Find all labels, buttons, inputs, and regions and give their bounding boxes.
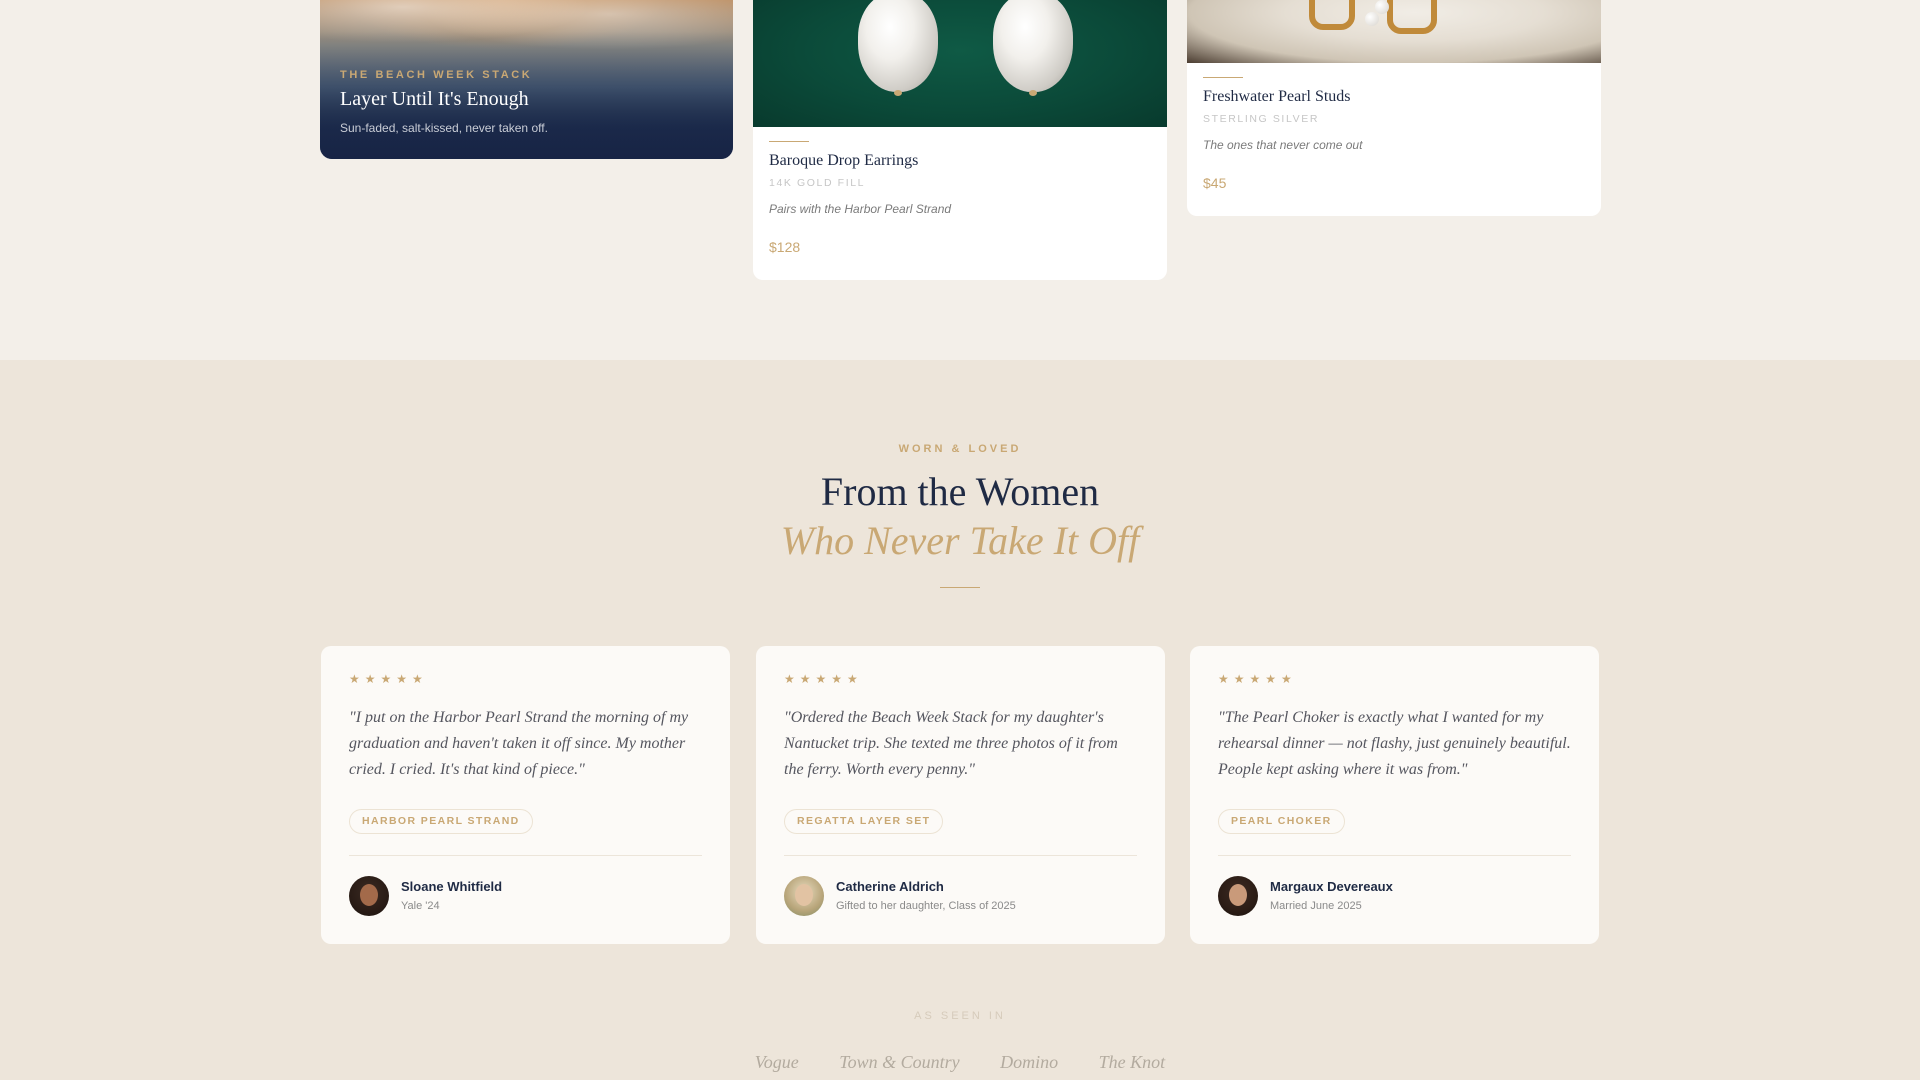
product-metal: STERLING SILVER	[1203, 113, 1319, 125]
section-heading: From the Women	[820, 469, 1100, 514]
divider	[1218, 855, 1571, 856]
product-image-earrings	[753, 0, 1167, 127]
collection-title: Layer Until It's Enough	[340, 88, 529, 110]
heading-divider	[940, 587, 980, 588]
product-card-baroque-drop-earrings[interactable]: Baroque Drop Earrings 14K GOLD FILL Pair…	[753, 0, 1167, 280]
product-metal: 14K GOLD FILL	[769, 177, 866, 189]
testimonial-card: ★★★★★ "Ordered the Beach Week Stack for …	[756, 646, 1165, 944]
author-detail: Gifted to her daughter, Class of 2025	[836, 900, 1016, 912]
product-name[interactable]: Freshwater Pearl Studs	[1203, 88, 1351, 106]
product-name[interactable]: Baroque Drop Earrings	[769, 152, 918, 170]
testimonials-section: WORN & LOVED From the Women Who Never Ta…	[0, 360, 1920, 1080]
author-name: Sloane Whitfield	[401, 879, 503, 894]
collection-eyebrow: THE BEACH WEEK STACK	[340, 69, 533, 81]
product-accent-rule	[769, 141, 809, 142]
press-logo-domino: Domino	[1000, 1052, 1059, 1072]
testimonial-quote: "Ordered the Beach Week Stack for my dau…	[784, 709, 1118, 778]
press-logo-vogue: Vogue	[754, 1052, 799, 1072]
product-tag[interactable]: PEARL CHOKER	[1218, 809, 1345, 834]
product-note: Pairs with the Harbor Pearl Strand	[769, 202, 952, 216]
author-detail: Married June 2025	[1270, 900, 1362, 912]
pearl-left	[858, 0, 938, 92]
product-card-freshwater-pearl-studs[interactable]: Freshwater Pearl Studs STERLING SILVER T…	[1187, 0, 1601, 216]
press-logo-the-knot: The Knot	[1098, 1052, 1166, 1072]
testimonial-card: ★★★★★ "The Pearl Choker is exactly what …	[1190, 646, 1599, 944]
section-eyebrow: WORN & LOVED	[898, 443, 1022, 455]
product-tag[interactable]: HARBOR PEARL STRAND	[349, 809, 533, 834]
star-rating-icon: ★★★★★	[349, 672, 428, 686]
press-logo-town-country: Town & Country	[839, 1052, 960, 1072]
testimonial-quote: "I put on the Harbor Pearl Strand the mo…	[349, 709, 689, 778]
product-note: The ones that never come out	[1203, 138, 1363, 152]
avatar	[349, 876, 389, 916]
product-image-studs	[1187, 0, 1601, 63]
divider	[349, 855, 702, 856]
author-name: Catherine Aldrich	[836, 879, 944, 894]
star-rating-icon: ★★★★★	[784, 672, 863, 686]
testimonial-quote: "The Pearl Choker is exactly what I want…	[1218, 709, 1571, 778]
product-row: THE BEACH WEEK STACK Layer Until It's En…	[0, 0, 1920, 360]
product-tag[interactable]: REGATTA LAYER SET	[784, 809, 944, 834]
collection-card-beach-week[interactable]: THE BEACH WEEK STACK Layer Until It's En…	[320, 0, 733, 159]
pearl-right	[993, 0, 1073, 92]
product-price: $45	[1203, 175, 1227, 191]
collection-subtitle: Sun-faded, salt-kissed, never taken off.	[340, 121, 548, 135]
divider	[784, 855, 1137, 856]
avatar	[1218, 876, 1258, 916]
press-label: AS SEEN IN	[914, 1010, 1006, 1022]
testimonial-card: ★★★★★ "I put on the Harbor Pearl Strand …	[321, 646, 730, 944]
star-rating-icon: ★★★★★	[1218, 672, 1297, 686]
author-name: Margaux Devereaux	[1270, 879, 1393, 894]
avatar	[784, 876, 824, 916]
press-logos: Vogue Town & Country Domino The Knot	[0, 1052, 1920, 1073]
product-price: $128	[769, 239, 801, 255]
author-detail: Yale '24	[401, 900, 440, 912]
section-heading-accent: Who Never Take It Off	[780, 518, 1140, 563]
product-accent-rule	[1203, 77, 1243, 78]
